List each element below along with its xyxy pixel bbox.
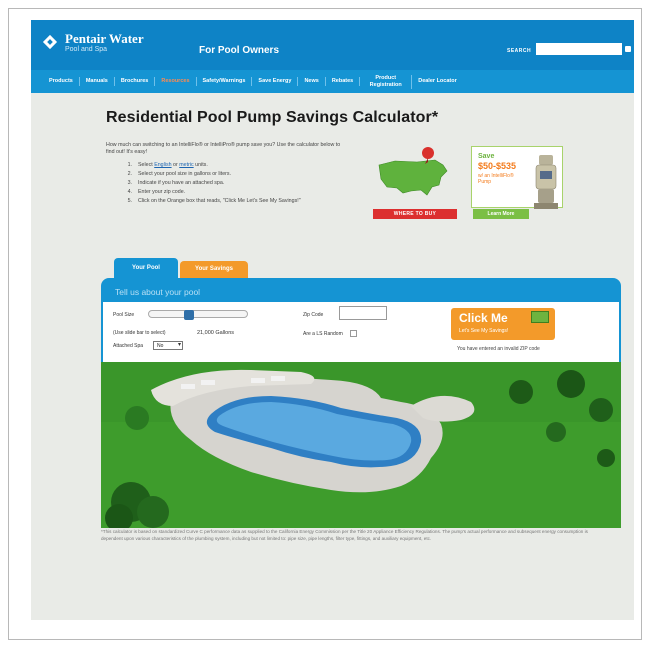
- search-label: SEARCH: [507, 48, 532, 54]
- slider-handle[interactable]: [184, 310, 194, 320]
- calculator-panel: Tell us about your pool Pool Size (Use s…: [101, 278, 621, 528]
- english-units-link[interactable]: English: [154, 162, 171, 168]
- nav-item-rebates[interactable]: Rebates: [326, 77, 361, 86]
- main-nav: Products Manuals Brochures Resources Saf…: [31, 70, 634, 93]
- zip-code-label: Zip Code: [303, 312, 324, 318]
- map-pin-icon: [422, 147, 434, 164]
- calculator-form: Pool Size (Use slide bar to select) 21,0…: [101, 302, 621, 362]
- nav-item-resources[interactable]: Resources: [155, 77, 197, 86]
- nav-item-dealer-locator[interactable]: Dealer Locator: [412, 77, 463, 86]
- intro-text: How much can switching to an IntelliFlo®…: [106, 142, 341, 155]
- pool-illustration: [101, 362, 621, 528]
- nav-item-brochures[interactable]: Brochures: [115, 77, 156, 86]
- brand-logo[interactable]: Pentair Water Pool and Spa: [41, 32, 161, 60]
- page: Pentair Water Pool and Spa For Pool Owne…: [31, 20, 634, 620]
- metric-units-link[interactable]: metric: [179, 162, 193, 168]
- learn-more-button[interactable]: Learn More: [473, 209, 529, 219]
- click-me-subtitle: Let's See My Savings!: [459, 328, 509, 334]
- us-map-icon: [378, 159, 448, 196]
- pool-size-slider[interactable]: [148, 310, 248, 320]
- nav-item-news[interactable]: News: [298, 77, 326, 86]
- instruction-steps: 1. Select English or metric units. 2. Se…: [124, 161, 344, 205]
- zip-code-input[interactable]: [339, 306, 387, 320]
- calculator-heading: Tell us about your pool: [115, 287, 201, 297]
- pool-size-label: Pool Size: [113, 312, 135, 318]
- money-icon: [531, 311, 549, 323]
- list-item: 4. Enter your zip code.: [127, 189, 186, 195]
- zip-error-notice: You have entered an invalid ZIP code: [457, 346, 540, 352]
- save-promo[interactable]: Save $50-$535 w/ an IntelliFlo® Pump Lea…: [471, 142, 571, 222]
- nav-item-product-registration[interactable]: Product Registration: [360, 74, 413, 89]
- list-item: 5. Click on the Orange box that reads, "…: [127, 198, 301, 204]
- save-promo-amount: $50-$535: [478, 161, 517, 171]
- tab-your-savings[interactable]: Your Savings: [180, 261, 248, 278]
- top-bar: Pentair Water Pool and Spa For Pool Owne…: [31, 20, 634, 70]
- calculate-savings-button[interactable]: Click Me Let's See My Savings!: [451, 308, 555, 340]
- search-go-icon[interactable]: [625, 46, 631, 52]
- where-to-buy-promo[interactable]: WHERE TO BUY: [371, 142, 461, 222]
- nav-item-save-energy[interactable]: Save Energy: [252, 77, 299, 86]
- list-item: 1. Select English or metric units.: [127, 162, 208, 168]
- brand-name: Pentair Water: [65, 31, 144, 46]
- nav-item-products[interactable]: Products: [43, 77, 80, 86]
- attached-spa-select[interactable]: No: [153, 341, 183, 350]
- save-promo-desc: w/ an IntelliFlo® Pump: [478, 173, 514, 185]
- list-item: 3. Indicate if you have an attached spa.: [127, 180, 225, 186]
- slider-hint: (Use slide bar to select): [113, 330, 166, 336]
- save-promo-title: Save: [478, 153, 495, 160]
- gallons-value: 21,000 Gallons: [197, 330, 234, 336]
- disclaimer-text: *This calculator is based on standardize…: [101, 529, 588, 541]
- diamond-logo-icon: [41, 33, 61, 53]
- search-input[interactable]: [536, 43, 622, 55]
- calculator-header: Tell us about your pool: [101, 278, 621, 302]
- nav-item-manuals[interactable]: Manuals: [80, 77, 115, 86]
- nav-item-safety[interactable]: Safety/Warnings: [197, 77, 253, 86]
- brand-subtitle: Pool and Spa: [65, 46, 108, 53]
- click-me-label: Click Me: [459, 311, 508, 325]
- where-to-buy-button[interactable]: WHERE TO BUY: [373, 209, 457, 219]
- list-item: 2. Select your pool size in gallons or l…: [127, 171, 232, 177]
- tab-your-pool[interactable]: Your Pool: [114, 258, 178, 278]
- random-checkbox[interactable]: [350, 330, 357, 337]
- section-title: For Pool Owners: [199, 45, 280, 56]
- pool-scene-icon: [101, 362, 621, 528]
- save-promo-box: Save $50-$535 w/ an IntelliFlo® Pump: [471, 146, 563, 209]
- page-title: Residential Pool Pump Savings Calculator…: [106, 109, 439, 126]
- attached-spa-label: Attached Spa: [113, 343, 144, 349]
- random-label: Are a LS Random: [303, 331, 343, 337]
- pump-product-icon: [534, 155, 558, 209]
